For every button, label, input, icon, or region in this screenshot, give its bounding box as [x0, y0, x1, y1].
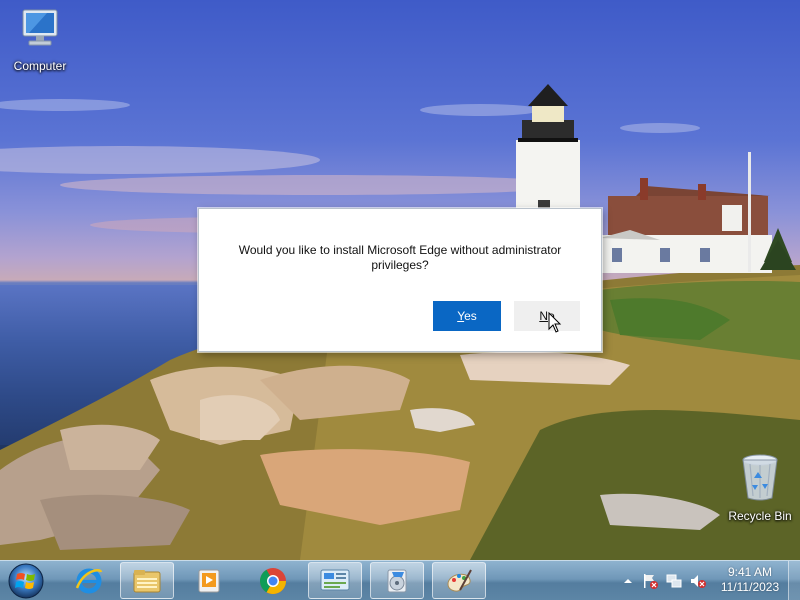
recycle-bin-icon — [720, 452, 800, 505]
desktop-icon-computer[interactable]: Computer — [0, 8, 80, 73]
clock-date: 11/11/2023 — [720, 580, 780, 594]
action-center-flag-icon[interactable] — [642, 573, 658, 589]
volume-muted-icon[interactable] — [690, 573, 706, 589]
start-button[interactable] — [6, 562, 46, 600]
desktop-icon-label: Recycle Bin — [728, 509, 792, 523]
computer-icon — [0, 8, 80, 55]
taskbar-chrome[interactable] — [246, 562, 300, 599]
file-explorer-icon — [133, 569, 161, 592]
show-hidden-icons-chevron-icon[interactable] — [620, 573, 636, 589]
control-panel-icon — [320, 569, 350, 590]
taskbar-internet-explorer[interactable] — [62, 562, 116, 599]
network-icon[interactable] — [666, 573, 682, 589]
taskbar-file-explorer[interactable] — [120, 562, 174, 599]
no-button[interactable]: No — [514, 301, 580, 331]
media-player-icon — [198, 569, 220, 592]
clock-time: 9:41 AM — [727, 565, 773, 579]
install-edge-dialog: Would you like to install Microsoft Edge… — [198, 208, 602, 352]
taskbar-paint[interactable] — [432, 562, 486, 599]
chrome-icon — [259, 567, 287, 594]
windows-start-orb-icon — [8, 563, 44, 599]
taskbar-media-player[interactable] — [182, 562, 236, 599]
dialog-message: Would you like to install Microsoft Edge… — [238, 243, 562, 272]
yes-label-rest: es — [464, 309, 477, 323]
show-desktop-button[interactable] — [788, 561, 800, 600]
taskbar-setup-installer[interactable] — [370, 562, 424, 599]
taskbar: 9:41 AM 11/11/2023 — [0, 560, 800, 600]
internet-explorer-icon — [75, 568, 103, 593]
desktop-icon-recycle-bin[interactable]: Recycle Bin — [720, 452, 800, 523]
yes-button[interactable]: Yes — [433, 301, 501, 331]
taskbar-clock[interactable]: 9:41 AM 11/11/2023 — [712, 565, 788, 595]
setup-installer-icon — [387, 569, 407, 592]
mouse-cursor-icon — [548, 312, 562, 333]
desktop-icon-label: Computer — [13, 59, 67, 73]
taskbar-control-panel[interactable] — [308, 562, 362, 599]
no-access-key: N — [539, 309, 548, 323]
paint-icon — [447, 569, 472, 592]
